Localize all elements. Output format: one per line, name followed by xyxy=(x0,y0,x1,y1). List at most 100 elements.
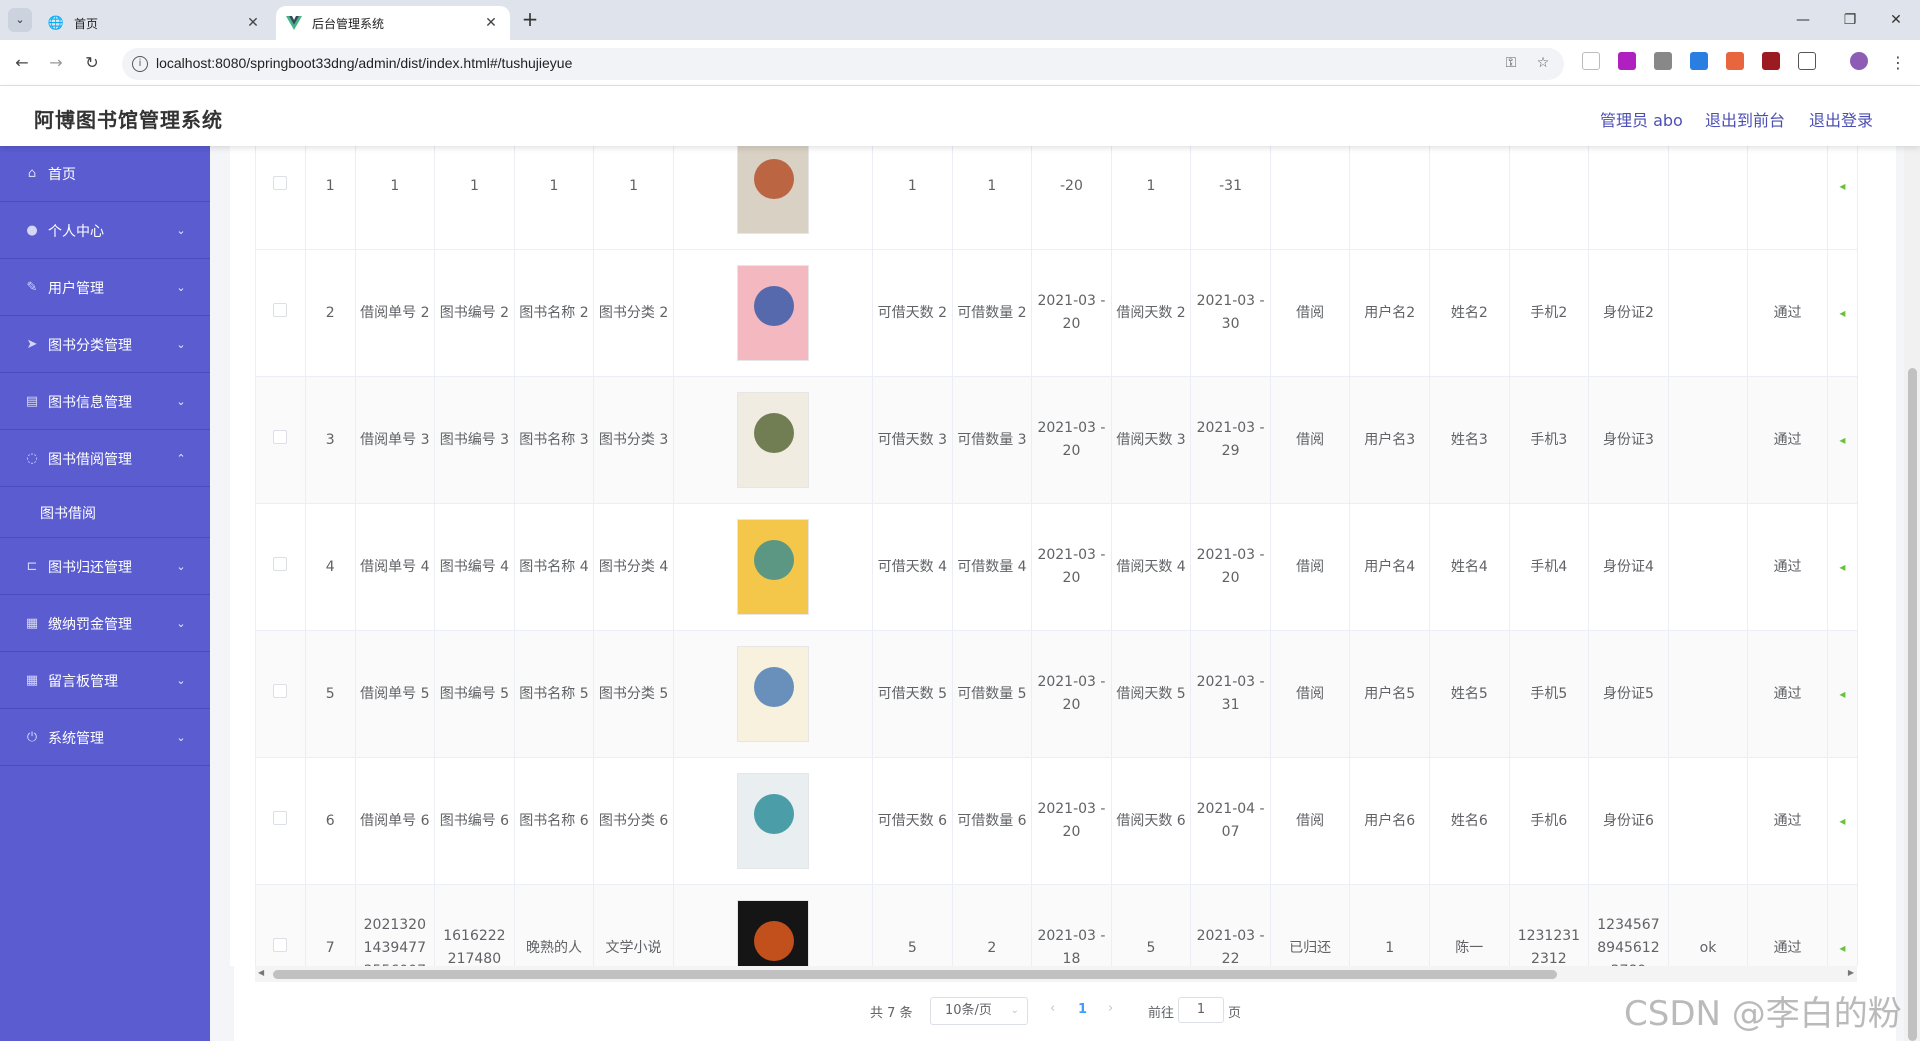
sidebar-item-message-board[interactable]: ▦ 留言板管理 ⌄ xyxy=(0,653,210,709)
goto-page-input[interactable]: 1 xyxy=(1178,997,1224,1023)
row-checkbox[interactable] xyxy=(273,302,288,317)
forward-icon[interactable]: → xyxy=(44,51,68,75)
logout-link[interactable]: 退出登录 xyxy=(1809,107,1873,131)
row-checkbox[interactable] xyxy=(273,810,288,825)
sidebar-item-home[interactable]: ⌂ 首页 xyxy=(0,146,210,202)
table-row: 6 借阅单号 6 图书编号 6 图书名称 6 图书分类 6 可借天数 6 可借数量 6 202… xyxy=(255,757,1858,885)
action-edge-icon[interactable]: ◂ xyxy=(1839,306,1845,320)
extension-icon[interactable] xyxy=(1618,52,1636,70)
table-cell: 图书名称 6 xyxy=(513,757,595,885)
table-cell: 可借天数 6 xyxy=(872,757,953,885)
sidebar-item-users[interactable]: ✎ 用户管理 ⌄ xyxy=(0,260,210,316)
scrollbar-thumb[interactable] xyxy=(1908,368,1917,1041)
reload-icon[interactable]: ↻ xyxy=(80,51,104,75)
more-menu-icon[interactable]: ⋮ xyxy=(1886,51,1910,75)
row-checkbox[interactable] xyxy=(273,556,288,571)
tab-search-button[interactable]: ⌄ xyxy=(8,8,32,32)
action-cell[interactable]: ◂ xyxy=(1826,884,1858,966)
action-edge-icon[interactable]: ◂ xyxy=(1839,814,1845,828)
table-cell: 1 xyxy=(354,146,436,250)
action-edge-icon[interactable]: ◂ xyxy=(1839,433,1845,447)
sidebar-item-borrow-management[interactable]: ◌ 图书借阅管理 ⌃ xyxy=(0,431,210,487)
sidebar-item-return-management[interactable]: ⊏ 图书归还管理 ⌄ xyxy=(0,539,210,595)
row-checkbox[interactable] xyxy=(273,175,288,190)
table-cell: 借阅天数 2 xyxy=(1110,249,1192,377)
browser-tab-admin[interactable]: 后台管理系统 ✕ xyxy=(276,6,510,40)
row-checkbox[interactable] xyxy=(273,683,288,698)
book-cover-image xyxy=(736,646,809,742)
scroll-left-icon[interactable]: ◀ xyxy=(258,968,264,977)
action-edge-icon[interactable]: ◂ xyxy=(1839,687,1845,701)
table-cell: 图书编号 5 xyxy=(434,630,515,758)
exit-to-front-link[interactable]: 退出到前台 xyxy=(1705,107,1785,131)
scrollbar-thumb[interactable] xyxy=(273,970,1557,979)
checkbox-cell[interactable] xyxy=(255,884,306,966)
extension-icon[interactable] xyxy=(1582,52,1600,70)
sidebar-item-system[interactable]: ⏻ 系统管理 ⌄ xyxy=(0,710,210,766)
sidebar-subitem-borrow[interactable]: 图书借阅 xyxy=(0,488,210,538)
table-cell: 通过 xyxy=(1747,630,1828,758)
checkbox-cell[interactable] xyxy=(255,757,306,885)
new-tab-button[interactable]: + xyxy=(518,8,542,32)
row-checkbox[interactable] xyxy=(273,429,288,444)
restore-button[interactable]: ❐ xyxy=(1827,8,1873,32)
action-edge-icon[interactable]: ◂ xyxy=(1839,941,1845,955)
table-cell: 已归还 xyxy=(1269,884,1351,966)
password-key-icon[interactable]: ⚿ xyxy=(1502,55,1520,73)
extension-icon[interactable] xyxy=(1654,52,1672,70)
back-icon[interactable]: ← xyxy=(10,51,34,75)
action-cell[interactable]: ◂ xyxy=(1826,630,1858,758)
site-info-icon[interactable]: i xyxy=(132,56,148,72)
url-text: localhost:8080/springboot33dng/admin/dis… xyxy=(156,55,573,71)
table-cell xyxy=(1667,249,1749,377)
puzzle-icon[interactable] xyxy=(1798,52,1816,70)
checkbox-cell[interactable] xyxy=(255,503,306,631)
action-cell[interactable]: ◂ xyxy=(1826,503,1858,631)
horizontal-scrollbar[interactable]: ◀ ▶ xyxy=(255,966,1857,982)
bookmark-star-icon[interactable]: ☆ xyxy=(1534,55,1552,73)
extension-icon[interactable] xyxy=(1726,52,1744,70)
action-edge-icon[interactable]: ◂ xyxy=(1839,560,1845,574)
table-cell: 图书编号 2 xyxy=(434,249,515,377)
borrow-table: 1 1 1 1 1 1 1 -20 1 -31 ◂ 2 借阅单号 2 图书编号 2 图书名称 2 图书分类 2… xyxy=(230,146,1858,966)
scroll-right-icon[interactable]: ▶ xyxy=(1848,968,1854,977)
action-cell[interactable]: ◂ xyxy=(1826,376,1858,504)
row-checkbox[interactable] xyxy=(273,937,288,952)
page-number-current[interactable]: 1 xyxy=(1078,1002,1087,1017)
vertical-scrollbar[interactable] xyxy=(1904,146,1920,1041)
sidebar-item-fine-management[interactable]: ▦ 缴纳罚金管理 ⌄ xyxy=(0,596,210,652)
prev-page-icon[interactable]: ‹ xyxy=(1050,1001,1055,1016)
table-cell: 图书分类 2 xyxy=(593,249,674,377)
next-page-icon[interactable]: › xyxy=(1108,1001,1113,1016)
sidebar-item-profile[interactable]: ● 个人中心 ⌄ xyxy=(0,203,210,259)
table-cell: 2021-03 -22 xyxy=(1190,884,1271,966)
close-icon[interactable]: ✕ xyxy=(482,15,500,31)
table-cell: 借阅 xyxy=(1269,503,1351,631)
extension-icon[interactable] xyxy=(1690,52,1708,70)
page-size-select[interactable]: 10条/页 ⌄ xyxy=(930,997,1028,1025)
checkbox-cell[interactable] xyxy=(255,146,306,250)
minimize-button[interactable]: — xyxy=(1780,8,1826,32)
table-row: 5 借阅单号 5 图书编号 5 图书名称 5 图书分类 5 可借天数 5 可借数量 5 202… xyxy=(255,630,1858,758)
action-cell[interactable]: ◂ xyxy=(1826,146,1858,250)
index-cell: 4 xyxy=(304,503,356,631)
checkbox-cell[interactable] xyxy=(255,376,306,504)
checkbox-cell[interactable] xyxy=(255,249,306,377)
table-cell xyxy=(1508,146,1590,250)
action-edge-icon[interactable]: ◂ xyxy=(1839,179,1845,193)
table-cell: 用户名3 xyxy=(1349,376,1430,504)
window-close-button[interactable]: ✕ xyxy=(1873,8,1919,32)
close-icon[interactable]: ✕ xyxy=(244,15,262,31)
action-cell[interactable]: ◂ xyxy=(1826,249,1858,377)
checkbox-cell[interactable] xyxy=(255,630,306,758)
table-cell: 用户名4 xyxy=(1349,503,1430,631)
table-cell: 1 xyxy=(1349,884,1430,966)
sidebar-item-book-category[interactable]: ➤ 图书分类管理 ⌄ xyxy=(0,317,210,373)
cover-cell xyxy=(672,757,874,885)
address-bar[interactable]: i localhost:8080/springboot33dng/admin/d… xyxy=(122,48,1564,80)
sidebar-item-book-info[interactable]: ▤ 图书信息管理 ⌄ xyxy=(0,374,210,430)
action-cell[interactable]: ◂ xyxy=(1826,757,1858,885)
browser-tab-home[interactable]: 🌐 首页 ✕ xyxy=(38,6,272,40)
extension-icon[interactable] xyxy=(1762,52,1780,70)
avatar[interactable] xyxy=(1850,52,1868,70)
